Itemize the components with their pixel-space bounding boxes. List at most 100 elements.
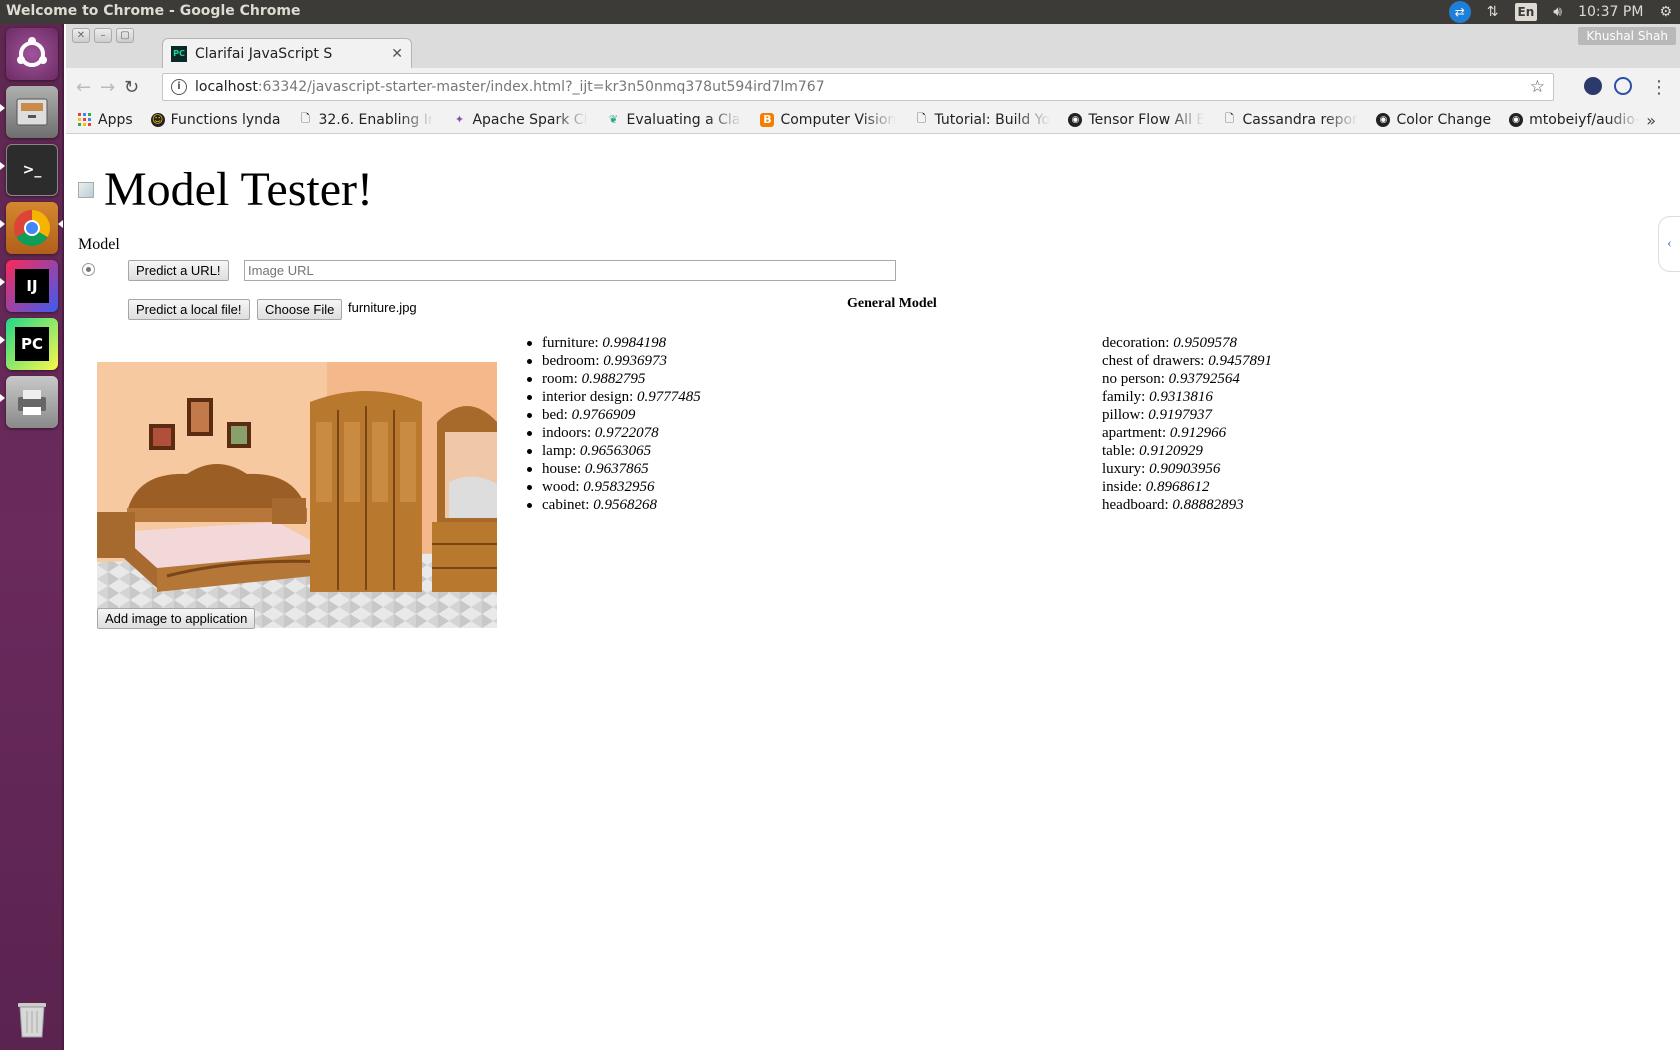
list-item: decoration: 0.9509578 (1102, 335, 1237, 351)
list-item: interior design: 0.9777485 (527, 389, 701, 405)
tab-title: Clarifai JavaScript S (195, 45, 333, 62)
url-path: :63342/javascript-starter-master/index.h… (257, 79, 825, 95)
list-item: no person: 0.93792564 (1102, 371, 1240, 387)
list-item: bed: 0.9766909 (527, 406, 701, 424)
keyboard-layout-indicator[interactable]: En (1514, 3, 1538, 21)
trash-icon[interactable] (6, 992, 58, 1044)
address-bar[interactable]: i localhost :63342/javascript-starter-ma… (162, 73, 1554, 101)
model-label: Model (78, 236, 120, 253)
more-bookmarks-chevron[interactable]: » (1646, 111, 1656, 130)
predict-local-file-button[interactable]: Predict a local file! (128, 299, 250, 320)
list-item: bedroom: 0.9936973 (527, 352, 701, 370)
bookmark-computer-vision[interactable]: B Computer Vision (760, 112, 896, 128)
image-url-input[interactable] (244, 260, 896, 281)
back-arrow-icon[interactable]: ← (76, 77, 91, 98)
close-window-button[interactable]: ✕ (72, 28, 90, 43)
model-radio-button[interactable] (82, 263, 95, 276)
ubuntu-launcher: >_ IJ PC (0, 24, 64, 1050)
predictions-list-right: decoration: 0.9509578 chest of drawers: … (1102, 334, 1272, 514)
prediction-image (97, 362, 497, 628)
list-item: furniture: 0.9984198 (527, 334, 701, 352)
github-icon: ◉ (1068, 112, 1083, 127)
page-header: Model Tester! (78, 162, 373, 217)
system-tray: ⇄ ⇅ En 🔊︎ 10:37 PM ⚙ (1448, 0, 1672, 24)
site-info-icon[interactable]: i (171, 79, 187, 95)
page-title: Model Tester! (104, 163, 374, 216)
chrome-running-indicator (0, 220, 5, 228)
broken-image-icon (78, 181, 94, 198)
bookmark-apache-spark[interactable]: ✦ Apache Spark Clu (452, 112, 589, 128)
window-controls: ✕ – ▢ (72, 28, 134, 43)
list-item: lamp: 0.96563065 (527, 442, 701, 460)
extension-icon[interactable] (1584, 77, 1602, 95)
printer-icon[interactable] (6, 376, 58, 428)
list-item: headboard: 0.88882893 (1102, 497, 1244, 513)
blogger-icon: B (760, 112, 775, 127)
list-item: chest of drawers: 0.9457891 (1102, 353, 1272, 369)
bookmark-tutorial[interactable]: 🗋 Tutorial: Build Yo (914, 112, 1050, 128)
bookmarks-bar: Apps ☺ Functions lynda 🗋 32.6. Enabling … (66, 106, 1680, 134)
minimize-window-button[interactable]: – (94, 28, 112, 43)
browser-toolbar: ← → ↻ i localhost :63342/javascript-star… (66, 68, 1680, 106)
github-icon: ◉ (1376, 112, 1391, 127)
teamviewer-icon[interactable]: ⇄ (1448, 1, 1471, 23)
menu-dots-icon[interactable]: ⋮ (1650, 77, 1668, 98)
pycharm-icon[interactable]: PC (6, 318, 58, 370)
pycharm-favicon-icon: PC (171, 45, 187, 62)
list-item: house: 0.9637865 (527, 460, 701, 478)
printer-running-indicator (0, 394, 5, 402)
list-item: inside: 0.8968612 (1102, 479, 1210, 495)
pycharm-running-indicator (0, 336, 5, 344)
lynda-icon: ☺ (150, 112, 165, 127)
bookmark-apps[interactable]: Apps (78, 112, 133, 128)
play-extension-icon[interactable] (1614, 77, 1632, 95)
gear-icon[interactable]: ⚙ (1659, 3, 1672, 21)
chevron-left-icon[interactable]: ‹ (1658, 216, 1680, 272)
github-icon: ◉ (1509, 112, 1524, 127)
network-arrows-icon[interactable]: ⇅ (1487, 3, 1499, 21)
choose-file-button[interactable]: Choose File (257, 299, 343, 320)
bookmark-audio[interactable]: ◉ mtobeiyf/audio- (1509, 112, 1649, 128)
window-title: Welcome to Chrome - Google Chrome (6, 3, 301, 19)
close-tab-icon[interactable]: ✕ (391, 46, 403, 62)
bookmark-evaluating[interactable]: ❦ Evaluating a Clas (606, 112, 743, 128)
bookmark-star-icon[interactable]: ☆ (1530, 77, 1545, 97)
os-top-panel: Welcome to Chrome - Google Chrome ⇄ ⇅ En… (0, 0, 1680, 24)
bookmark-color-change[interactable]: ◉ Color Change (1376, 112, 1491, 128)
list-item: indoors: 0.9722078 (527, 424, 701, 442)
page-icon: 🗋 (917, 112, 926, 125)
page-icon: 🗋 (301, 112, 310, 125)
clock[interactable]: 10:37 PM (1578, 3, 1643, 21)
predict-url-button[interactable]: Predict a URL! (128, 260, 229, 281)
files-icon[interactable] (6, 86, 58, 138)
page-content: Model Tester! Model Predict a URL! Predi… (66, 134, 1680, 1050)
bookmark-tensorflow[interactable]: ◉ Tensor Flow All E (1068, 112, 1204, 128)
bookmark-functions-lynda[interactable]: ☺ Functions lynda (150, 112, 280, 128)
bookmark-cassandra[interactable]: 🗋 Cassandra repor (1222, 112, 1358, 128)
bookmark-enabling[interactable]: 🗋 32.6. Enabling In (298, 112, 434, 128)
model-title: General Model (847, 296, 937, 311)
reload-icon[interactable]: ↻ (124, 77, 139, 98)
ubuntu-dash-icon[interactable] (6, 28, 58, 80)
intellij-icon[interactable]: IJ (6, 260, 58, 312)
chrome-icon[interactable] (6, 202, 58, 254)
list-item: room: 0.9882795 (527, 370, 701, 388)
apps-grid-icon (78, 112, 92, 127)
terminal-running-indicator (0, 162, 5, 170)
tab-strip: ✕ – ▢ PC Clarifai JavaScript S ✕ Khushal… (66, 24, 1680, 68)
profile-button[interactable]: Khushal Shah (1578, 27, 1676, 45)
leaf-icon: ❦ (608, 113, 619, 126)
list-item: pillow: 0.9197937 (1102, 407, 1213, 423)
tab-clarifai[interactable]: PC Clarifai JavaScript S ✕ (162, 38, 412, 68)
list-item: luxury: 0.90903956 (1102, 461, 1221, 477)
list-item: family: 0.9313816 (1102, 389, 1213, 405)
predictions-list-left: furniture: 0.9984198 bedroom: 0.9936973 … (527, 334, 701, 514)
volume-icon[interactable]: 🔊︎ (1553, 3, 1562, 21)
spark-icon: ✦ (454, 113, 465, 126)
selected-file-name: furniture.jpg (348, 300, 417, 315)
forward-arrow-icon[interactable]: → (100, 77, 115, 98)
maximize-window-button[interactable]: ▢ (116, 28, 134, 43)
list-item: table: 0.9120929 (1102, 443, 1203, 459)
terminal-icon[interactable]: >_ (6, 144, 58, 196)
add-image-button[interactable]: Add image to application (97, 608, 256, 629)
